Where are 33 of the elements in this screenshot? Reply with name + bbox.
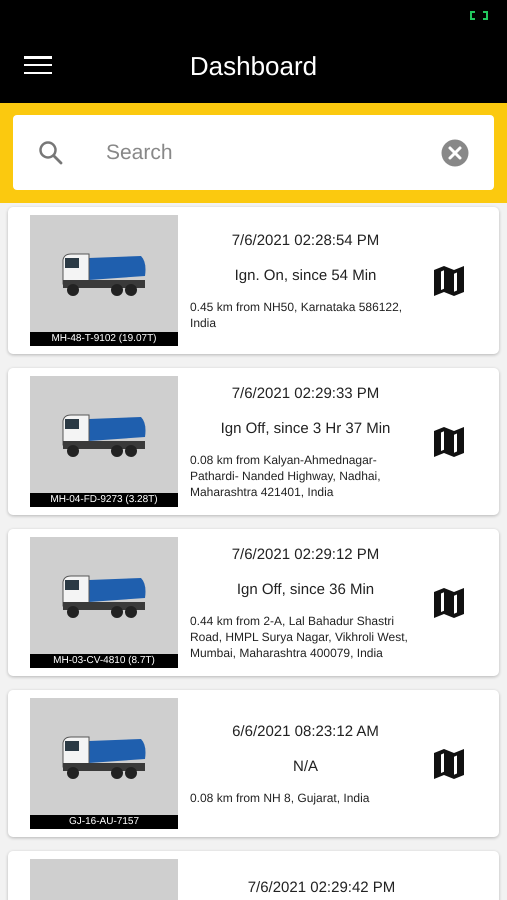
timestamp: 6/6/2021 08:23:12 AM: [232, 722, 379, 742]
screen-title: Dashboard: [190, 50, 318, 83]
timestamp: 7/6/2021 02:28:54 PM: [232, 231, 380, 251]
vehicle-card[interactable]: GJ-16-AU-7157 6/6/2021 08:23:12 AM N/A 0.08 km from NH 8, Gujarat, India: [8, 690, 499, 837]
location-text: 0.45 km from NH50, Karnataka 586122, India: [190, 299, 404, 331]
timestamp: 7/6/2021 02:29:42 PM: [248, 878, 396, 898]
search-input[interactable]: Search: [106, 136, 399, 168]
map-icon[interactable]: [433, 264, 465, 296]
plate-label: GJ-16-AU-7157: [30, 815, 178, 829]
location-text: 0.08 km from Kalyan-Ahmednagar- Pathardi- Nanded Highway, Nadhai, Maharashtra 421401, India: [190, 452, 382, 500]
ignition-status: Ign Off, since 36 Min: [236, 580, 374, 600]
map-icon[interactable]: [433, 748, 465, 780]
ignition-status: Ign. On, since 54 Min: [234, 266, 376, 286]
timestamp: 7/6/2021 02:29:33 PM: [232, 384, 380, 404]
plate-label: MH-03-CV-4810 (8.7T): [30, 654, 178, 668]
location-text: 0.44 km from 2-A, Lal Bahadur Shastri Road, HMPL Surya Nagar, Vikhroli West, Mumbai, Maharashtra 400079, India: [190, 613, 409, 661]
menu-button[interactable]: [24, 54, 52, 76]
map-icon[interactable]: [433, 426, 465, 458]
vehicle-card[interactable]: MH-04-FD-9273 (3.28T) 7/6/2021 02:29:33 PM Ign Off, since 3 Hr 37 Min 0.08 km from Kalyan-Ahmednagar- Pathardi- Nanded Highway, Nadhai, Maharashtra 421401, India: [8, 368, 499, 515]
battery-icon: [469, 10, 489, 20]
map-icon[interactable]: [433, 586, 465, 618]
ignition-status: N/A: [292, 756, 318, 776]
plate-label: MH-48-T-9102 (19.07T): [30, 332, 178, 346]
search-icon: [38, 140, 64, 166]
search-field[interactable]: Search: [13, 115, 494, 190]
location-text: 0.08 km from NH 8, Gujarat, India: [190, 790, 370, 806]
ignition-status: Ign Off, since 3 Hr 37 Min: [220, 418, 390, 438]
timestamp: 7/6/2021 02:29:12 PM: [232, 545, 380, 565]
plate-label: MH-04-FD-9273 (3.28T): [30, 493, 178, 507]
vehicle-card[interactable]: MH-48-T-9102 (19.07T) 7/6/2021 02:28:54 PM Ign. On, since 54 Min 0.45 km from NH50, Karnataka 586122, India: [8, 207, 499, 354]
clear-icon[interactable]: [441, 138, 469, 166]
vehicle-card[interactable]: 7/6/2021 02:29:42 PM: [8, 851, 499, 900]
vehicle-card[interactable]: MH-03-CV-4810 (8.7T) 7/6/2021 02:29:12 PM Ign Off, since 36 Min 0.44 km from 2-A, Lal Bahadur Shastri Road, HMPL Surya Nagar, Vikhroli West, Mumbai, Maharashtra 400079, India: [8, 529, 499, 676]
